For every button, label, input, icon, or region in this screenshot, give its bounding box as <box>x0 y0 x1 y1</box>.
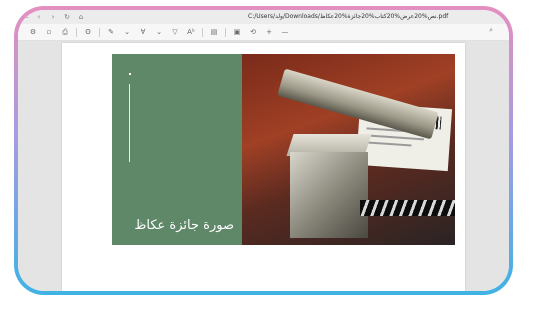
slide-content: صورة جائزة عكاظ <box>112 54 455 245</box>
settings-icon[interactable]: ⚙ <box>28 28 38 36</box>
title-bar: — ‹ › ↻ ⌂ C:/Users/ولد/Downloads/نص%20عر… <box>18 10 509 24</box>
chevron-down-icon[interactable]: ⌄ <box>122 28 132 36</box>
decorative-frame: — ‹ › ↻ ⌂ C:/Users/ولد/Downloads/نص%20عر… <box>14 6 513 295</box>
back-icon[interactable]: ‹ <box>32 13 46 21</box>
search-icon[interactable]: ⌕ <box>489 26 493 35</box>
print-icon[interactable]: ⎙ <box>60 28 70 37</box>
erase-icon[interactable]: ▽ <box>170 28 180 36</box>
zoom-out-button[interactable]: — <box>280 28 290 36</box>
fit-page-icon[interactable]: ▣ <box>232 28 242 36</box>
highlight-icon[interactable]: ✎ <box>106 28 116 36</box>
menu-icon[interactable]: — <box>18 13 32 21</box>
toolbar-divider <box>99 27 100 37</box>
page-view-icon[interactable]: ▤ <box>209 28 219 36</box>
pattern-strip <box>360 200 455 216</box>
card-text-line <box>365 141 412 147</box>
pdf-page: صورة جائزة عكاظ <box>62 43 465 291</box>
rotate-icon[interactable]: ⟲ <box>248 28 258 36</box>
toolbar-divider <box>225 27 226 37</box>
home-icon[interactable]: ⌂ <box>74 13 88 21</box>
forward-icon[interactable]: › <box>46 13 60 21</box>
document-area[interactable]: صورة جائزة عكاظ <box>18 41 509 291</box>
award-photo <box>242 54 455 245</box>
text-icon[interactable]: Aᵇ <box>186 28 196 36</box>
chevron-down-icon[interactable]: ⌄ <box>154 28 164 36</box>
decorative-line <box>129 84 130 162</box>
draw-icon[interactable]: ∀ <box>138 28 148 36</box>
title-panel: صورة جائزة عكاظ <box>112 54 242 245</box>
toolbar-divider <box>202 27 203 37</box>
refresh-icon[interactable]: ↻ <box>60 13 74 21</box>
address-url[interactable]: C:/Users/ولد/Downloads/نص%20عرض%20كتاب%2… <box>248 10 448 24</box>
pdf-viewer-window: — ‹ › ↻ ⌂ C:/Users/ولد/Downloads/نص%20عر… <box>18 10 509 291</box>
read-aloud-icon[interactable]: ʘ <box>83 28 93 36</box>
toolbar-divider <box>76 27 77 37</box>
slide-title: صورة جائزة عكاظ <box>134 218 234 233</box>
zoom-in-button[interactable]: + <box>264 28 274 36</box>
save-icon[interactable]: ▫ <box>44 28 54 36</box>
decorative-dot <box>129 73 131 75</box>
pdf-toolbar: ⚙ ▫ ⎙ ʘ ✎ ⌄ ∀ ⌄ ▽ Aᵇ ▤ ▣ ⟲ + — <box>18 24 509 41</box>
award-cube <box>290 152 368 238</box>
